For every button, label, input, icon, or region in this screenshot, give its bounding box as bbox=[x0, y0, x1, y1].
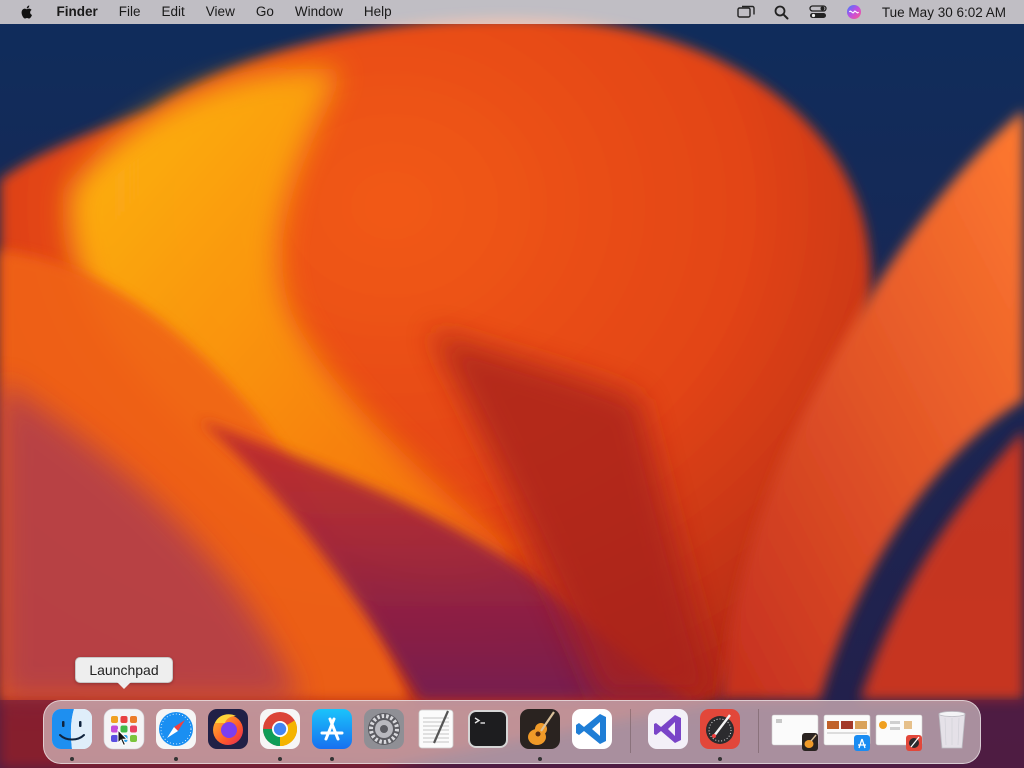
menu-window[interactable]: Window bbox=[284, 0, 353, 24]
menu-view[interactable]: View bbox=[195, 0, 245, 24]
firefox-icon bbox=[208, 709, 248, 749]
desktop-wallpaper bbox=[0, 0, 1024, 768]
dock-divider bbox=[630, 709, 631, 753]
menu-file[interactable]: File bbox=[108, 0, 151, 24]
gear-icon bbox=[364, 709, 404, 749]
dock-safari[interactable] bbox=[154, 707, 198, 753]
menu-app-name[interactable]: Finder bbox=[46, 0, 108, 24]
window-thumbnail-icon bbox=[875, 714, 923, 751]
dock-terminal[interactable] bbox=[466, 707, 510, 753]
dock-minimized-window-3[interactable] bbox=[874, 709, 924, 755]
visual-studio-icon bbox=[648, 709, 688, 749]
mouse-cursor-icon bbox=[117, 729, 129, 747]
dock-trash[interactable] bbox=[930, 707, 974, 753]
dock-system-preferences[interactable] bbox=[362, 707, 406, 753]
dock-finder[interactable] bbox=[50, 707, 94, 753]
textedit-icon bbox=[418, 709, 454, 749]
window-thumbnail-icon bbox=[823, 714, 871, 751]
dock-digital-color-meter[interactable] bbox=[698, 707, 742, 753]
color-meter-icon bbox=[700, 709, 740, 749]
dock-running-dot-safari bbox=[174, 757, 178, 761]
dock-running-dot-garageband bbox=[538, 757, 542, 761]
menu-clock[interactable]: Tue May 30 6:02 AM bbox=[882, 5, 1006, 20]
dock-visual-studio[interactable] bbox=[646, 707, 690, 753]
finder-icon bbox=[52, 709, 92, 749]
dock-minimized-window-2[interactable] bbox=[822, 709, 872, 755]
search-icon[interactable] bbox=[772, 4, 792, 20]
dock-divider-2 bbox=[758, 709, 759, 753]
siri-icon[interactable] bbox=[844, 4, 864, 20]
dock-tooltip: Launchpad bbox=[75, 657, 173, 689]
control-center-icon[interactable] bbox=[808, 4, 828, 20]
terminal-icon bbox=[468, 710, 508, 748]
apple-menu-icon[interactable] bbox=[18, 3, 36, 21]
menu-bar: Finder File Edit View Go Window Help Tue… bbox=[0, 0, 1024, 24]
window-thumbnail-icon bbox=[771, 714, 819, 751]
dock-chrome[interactable] bbox=[258, 707, 302, 753]
dock-running-dot-finder bbox=[70, 757, 74, 761]
menu-help[interactable]: Help bbox=[353, 0, 402, 24]
vscode-icon bbox=[572, 709, 612, 749]
app-store-icon bbox=[312, 709, 352, 749]
dock-running-dot-color-meter bbox=[718, 757, 722, 761]
dock-firefox[interactable] bbox=[206, 707, 250, 753]
dock-app-store[interactable] bbox=[310, 707, 354, 753]
dock-running-dot-chrome bbox=[278, 757, 282, 761]
guitar-icon bbox=[520, 709, 560, 749]
screen-mirroring-icon[interactable] bbox=[736, 4, 756, 20]
dock-minimized-window-1[interactable] bbox=[770, 709, 820, 755]
menu-go[interactable]: Go bbox=[245, 0, 284, 24]
chrome-icon bbox=[260, 709, 300, 749]
dock-textedit[interactable] bbox=[414, 707, 458, 753]
trash-icon bbox=[938, 711, 966, 749]
dock-vscode[interactable] bbox=[570, 707, 614, 753]
dock-running-dot-app-store bbox=[330, 757, 334, 761]
dock-garageband[interactable] bbox=[518, 707, 562, 753]
safari-icon bbox=[156, 709, 196, 749]
menu-edit[interactable]: Edit bbox=[151, 0, 195, 24]
